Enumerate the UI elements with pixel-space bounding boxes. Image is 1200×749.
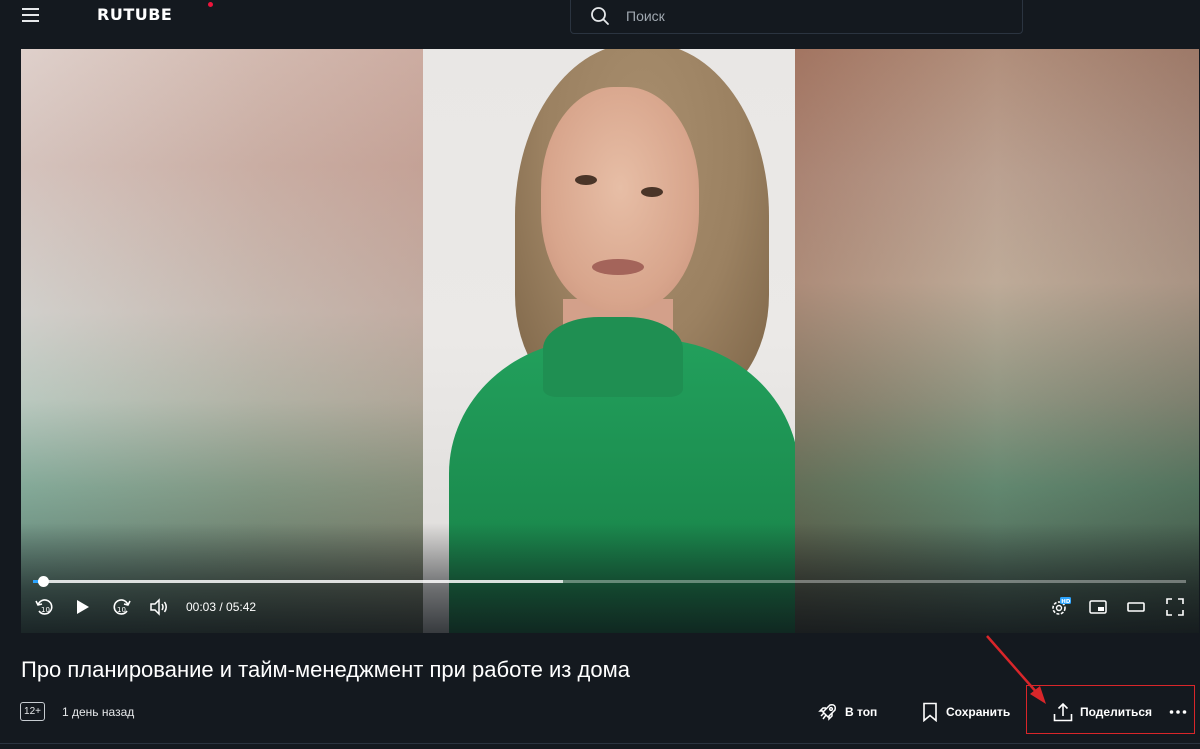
time-display: 00:03 / 05:42 — [186, 600, 257, 614]
annotation-arrow-icon — [986, 635, 1046, 704]
theater-mode-icon[interactable] — [1125, 597, 1147, 617]
video-player[interactable]: 10 10 00:03 / 05:42 HD — [21, 49, 1199, 633]
progress-buffered — [33, 580, 564, 583]
bookmark-icon — [923, 702, 937, 722]
settings-icon[interactable]: HD — [1049, 597, 1071, 617]
video-title: Про планирование и тайм-менеджмент при р… — [21, 657, 630, 682]
svg-text:10: 10 — [117, 606, 126, 614]
fullscreen-icon[interactable] — [1164, 597, 1186, 617]
rocket-icon — [818, 704, 836, 721]
progress-bar[interactable] — [33, 576, 1186, 587]
top-header: RUTUBE — [0, 0, 1200, 34]
search-icon[interactable] — [590, 6, 610, 26]
mini-player-icon[interactable] — [1087, 597, 1109, 617]
hamburger-menu-icon[interactable] — [22, 6, 42, 24]
to-top-button[interactable]: В топ — [818, 700, 877, 724]
quality-badge: HD — [1061, 599, 1071, 605]
forward-10-icon[interactable]: 10 — [111, 597, 133, 617]
rewind-10-icon[interactable]: 10 — [33, 597, 55, 617]
progress-scrubber[interactable] — [37, 576, 49, 587]
divider — [0, 743, 1200, 744]
volume-icon[interactable] — [148, 597, 170, 617]
to-top-label: В топ — [845, 705, 878, 719]
svg-text:10: 10 — [41, 606, 50, 614]
rutube-logo[interactable]: RUTUBE — [97, 5, 172, 24]
play-icon[interactable] — [73, 597, 93, 617]
search-input[interactable] — [626, 8, 1006, 24]
age-rating-badge: 12+ — [20, 702, 45, 721]
publish-date: 1 день назад — [62, 705, 135, 719]
logo-dot — [208, 2, 213, 7]
search-bar[interactable] — [570, 0, 1023, 34]
